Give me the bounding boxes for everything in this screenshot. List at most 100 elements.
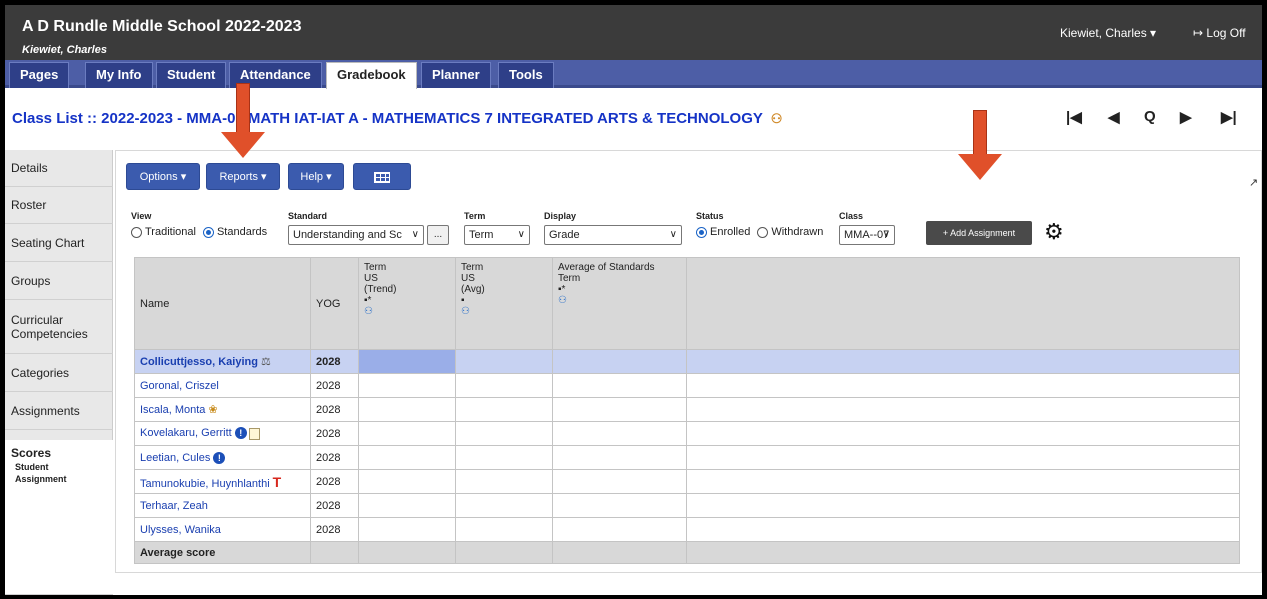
status-withdrawn-radio[interactable] bbox=[757, 226, 769, 238]
side-item-roster[interactable]: Roster bbox=[5, 187, 113, 224]
score-cell[interactable] bbox=[552, 445, 687, 470]
reports-button[interactable]: Reports ▾ bbox=[206, 163, 280, 190]
gear-icon[interactable]: ⚙ bbox=[1044, 221, 1064, 243]
help-button[interactable]: Help ▾ bbox=[288, 163, 344, 190]
side-item-scores[interactable]: Scores Student Assignment bbox=[5, 440, 113, 595]
scales-icon[interactable]: ⚖ bbox=[261, 355, 271, 368]
info-icon[interactable]: ! bbox=[234, 427, 247, 440]
score-cell[interactable] bbox=[358, 517, 456, 542]
student-name-link[interactable]: Terhaar, Zeah bbox=[140, 500, 208, 512]
score-cell[interactable] bbox=[358, 493, 456, 518]
table-row[interactable]: Collicuttjesso, Kaiying ⚖ 2028 bbox=[134, 349, 1240, 374]
grid-view-button[interactable] bbox=[353, 163, 411, 190]
student-name-link[interactable]: Tamunokubie, Huynhlanthi bbox=[140, 478, 270, 490]
tab-my-info[interactable]: My Info bbox=[85, 62, 153, 88]
palette-icon[interactable]: ❀ bbox=[208, 403, 217, 416]
info-icon[interactable]: ! bbox=[213, 451, 226, 464]
next-record-button[interactable]: ▶ bbox=[1180, 108, 1192, 126]
score-cell[interactable] bbox=[552, 469, 687, 494]
column-header-name[interactable]: Name bbox=[134, 257, 311, 350]
tab-student[interactable]: Student bbox=[156, 62, 227, 88]
people-icon[interactable]: ⚇ bbox=[461, 306, 547, 317]
student-name-link[interactable]: Kovelakaru, Gerritt bbox=[140, 427, 232, 439]
column-header-yog[interactable]: YOG bbox=[310, 257, 359, 350]
table-row[interactable]: Ulysses, Wanika 2028 bbox=[134, 517, 1240, 542]
score-cell[interactable] bbox=[455, 373, 553, 398]
people-icon[interactable]: ⚇ bbox=[364, 306, 450, 317]
previous-record-button[interactable]: ◀ bbox=[1108, 108, 1120, 126]
search-button[interactable]: Q bbox=[1144, 108, 1156, 125]
side-item-details[interactable]: Details bbox=[5, 150, 113, 187]
col1-line-2: US bbox=[364, 273, 378, 284]
student-name-link[interactable]: Iscala, Monta bbox=[140, 404, 205, 416]
column-header-term-us-trend[interactable]: Term US (Trend) ▪* ⚇ bbox=[358, 257, 456, 350]
t-icon[interactable]: T bbox=[273, 474, 282, 490]
tab-pages[interactable]: Pages bbox=[9, 62, 70, 88]
side-item-groups[interactable]: Groups bbox=[5, 262, 113, 300]
display-select[interactable]: Grade ∨ bbox=[544, 225, 682, 245]
add-assignment-button[interactable]: + Add Assignment bbox=[926, 221, 1032, 245]
popout-icon[interactable]: ↗ bbox=[1249, 176, 1258, 189]
score-cell[interactable] bbox=[552, 397, 687, 422]
student-name-link[interactable]: Goronal, Criszel bbox=[140, 380, 219, 392]
side-item-assignments[interactable]: Assignments bbox=[5, 392, 113, 430]
score-cell[interactable] bbox=[455, 445, 553, 470]
score-cell[interactable] bbox=[455, 421, 553, 446]
note-icon[interactable] bbox=[248, 427, 260, 440]
save-icon[interactable]: ▪* bbox=[558, 284, 681, 295]
table-row[interactable]: Leetian, Cules! 2028 bbox=[134, 445, 1240, 470]
scores-label: Scores bbox=[11, 446, 52, 460]
standard-select[interactable]: Understanding and Sc ∨ bbox=[288, 225, 424, 245]
score-cell[interactable] bbox=[358, 445, 456, 470]
student-name-link[interactable]: Leetian, Cules bbox=[140, 452, 210, 464]
people-icon[interactable]: ⚇ bbox=[558, 295, 681, 306]
side-item-curricular-competencies[interactable]: Curricular Competencies bbox=[5, 300, 113, 354]
term-select[interactable]: Term ∨ bbox=[464, 225, 530, 245]
column-header-average-of-standards[interactable]: Average of Standards Term ▪* ⚇ bbox=[552, 257, 687, 350]
tab-tools[interactable]: Tools bbox=[498, 62, 554, 88]
student-name-link[interactable]: Collicuttjesso, Kaiying bbox=[140, 356, 258, 368]
score-cell[interactable] bbox=[358, 469, 456, 494]
options-button[interactable]: Options ▾ bbox=[126, 163, 200, 190]
table-row[interactable]: Goronal, Criszel 2028 bbox=[134, 373, 1240, 398]
score-cell[interactable] bbox=[552, 517, 687, 542]
score-cell[interactable] bbox=[552, 373, 687, 398]
side-subitem-student[interactable]: Student bbox=[11, 462, 49, 472]
score-cell[interactable] bbox=[455, 469, 553, 494]
table-row[interactable]: Iscala, Monta ❀ 2028 bbox=[134, 397, 1240, 422]
side-subitem-assignment[interactable]: Assignment bbox=[11, 474, 67, 484]
people-icon[interactable]: ⚇ bbox=[771, 111, 783, 126]
score-cell[interactable] bbox=[455, 493, 553, 518]
score-cell[interactable] bbox=[552, 421, 687, 446]
save-icon[interactable]: ▪ bbox=[461, 295, 547, 306]
status-enrolled-radio[interactable] bbox=[696, 226, 707, 238]
score-cell[interactable] bbox=[358, 373, 456, 398]
column-header-term-us-avg[interactable]: Term US (Avg) ▪ ⚇ bbox=[455, 257, 553, 350]
table-row[interactable]: Terhaar, Zeah 2028 bbox=[134, 493, 1240, 518]
score-cell[interactable] bbox=[455, 349, 553, 374]
table-row[interactable]: Kovelakaru, Gerritt! 2028 bbox=[134, 421, 1240, 446]
score-cell[interactable] bbox=[552, 493, 687, 518]
score-cell[interactable] bbox=[358, 349, 456, 374]
score-cell[interactable] bbox=[358, 421, 456, 446]
tab-planner[interactable]: Planner bbox=[421, 62, 491, 88]
score-cell[interactable] bbox=[552, 349, 687, 374]
score-cell[interactable] bbox=[455, 397, 553, 422]
table-row[interactable]: Tamunokubie, Huynhlanthi T 2028 bbox=[134, 469, 1240, 494]
side-item-seating-chart[interactable]: Seating Chart bbox=[5, 224, 113, 262]
last-record-button[interactable]: ▶| bbox=[1221, 108, 1237, 126]
view-standards-radio[interactable] bbox=[202, 226, 214, 238]
logoff-link[interactable]: ↦ Log Off bbox=[1193, 26, 1246, 40]
standard-more-button[interactable]: ... bbox=[427, 225, 449, 245]
first-record-button[interactable]: |◀ bbox=[1066, 108, 1082, 126]
annotation-arrow-reports bbox=[236, 83, 250, 133]
class-select[interactable]: MMA--07 ∨ bbox=[839, 225, 895, 245]
view-traditional-radio[interactable] bbox=[131, 226, 142, 238]
student-name-link[interactable]: Ulysses, Wanika bbox=[140, 524, 221, 536]
side-item-categories[interactable]: Categories bbox=[5, 354, 113, 392]
user-menu[interactable]: Kiewiet, Charles ▾ bbox=[1060, 26, 1156, 40]
score-cell[interactable] bbox=[455, 517, 553, 542]
tab-gradebook[interactable]: Gradebook bbox=[326, 62, 417, 89]
score-cell[interactable] bbox=[358, 397, 456, 422]
save-icon[interactable]: ▪* bbox=[364, 295, 450, 306]
